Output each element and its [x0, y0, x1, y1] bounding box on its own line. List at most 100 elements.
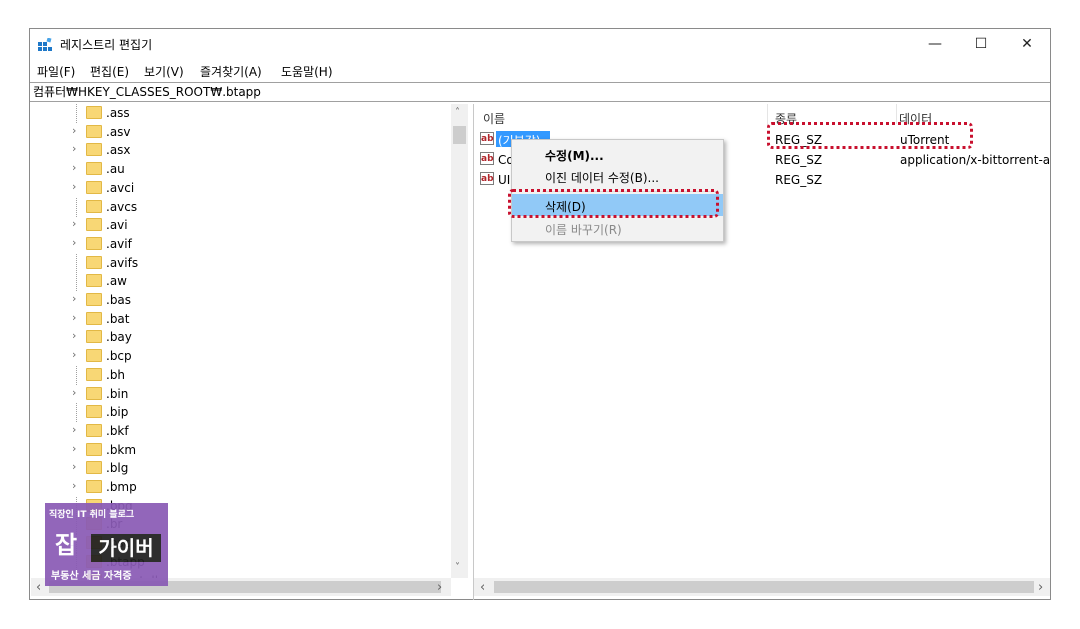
address-bar[interactable]: 컴퓨터₩HKEY_CLASSES_ROOT₩.btapp: [30, 82, 1050, 102]
tree-item-label: .bmp: [106, 480, 137, 494]
watermark-logo: 직장인 IT 취미 블로그 잡 가이버 부동산 세금 자격증: [45, 503, 168, 586]
folder-icon: [86, 386, 102, 400]
column-divider[interactable]: [896, 104, 897, 124]
scroll-right-icon[interactable]: ›: [437, 580, 442, 595]
tree-item[interactable]: › .asv: [31, 123, 451, 142]
tree-item-label: .bkf: [106, 423, 129, 438]
tree-item[interactable]: .avifs: [31, 253, 451, 273]
column-header-name[interactable]: 이름: [483, 110, 505, 127]
tree-item[interactable]: .aw: [31, 272, 451, 292]
string-value-icon: ab: [480, 132, 494, 145]
tree-item[interactable]: .bip: [31, 403, 451, 423]
tree-item[interactable]: › .bcp: [31, 347, 451, 366]
tree-item[interactable]: › .asx: [31, 141, 451, 160]
expand-chevron-icon[interactable]: ›: [72, 236, 76, 249]
scroll-left-icon[interactable]: ‹: [480, 580, 485, 595]
minimize-button[interactable]: —: [912, 29, 958, 59]
folder-icon: [86, 293, 102, 306]
menu-view[interactable]: 보기(V): [144, 63, 184, 80]
tree-item[interactable]: › .avci: [31, 179, 451, 198]
menu-help[interactable]: 도움말(H): [281, 63, 333, 80]
folder-icon: [86, 461, 102, 475]
tree-item[interactable]: .avcs: [31, 197, 451, 217]
column-divider[interactable]: [767, 104, 768, 124]
tree-item[interactable]: › .bay: [31, 328, 451, 347]
tree-item-label: .bip: [106, 405, 129, 420]
tree-item[interactable]: › .avi: [31, 216, 451, 235]
registry-app-icon: [38, 38, 52, 51]
list-horizontal-scrollbar[interactable]: ‹ ›: [474, 578, 1050, 596]
tree-item-label: .bcp: [106, 349, 132, 364]
menu-edit[interactable]: 편집(E): [90, 63, 129, 80]
tree-item[interactable]: › .blg: [31, 459, 451, 478]
value-data: application/x-bittorrent-ap: [900, 153, 1050, 167]
value-type: REG_SZ: [775, 173, 823, 187]
tree-item[interactable]: › .avif: [31, 235, 451, 254]
menu-bar: 파일(F) 편집(E) 보기(V) 즐겨찾기(A) 도움말(H): [30, 59, 1050, 81]
expand-chevron-icon[interactable]: ›: [72, 292, 76, 305]
tree-item-label: .asx: [106, 143, 131, 158]
menu-file[interactable]: 파일(F): [37, 63, 75, 80]
tree-scroll-thumb[interactable]: [453, 126, 466, 144]
annotation-highlight-row: [767, 122, 973, 149]
expand-chevron-icon[interactable]: ›: [72, 479, 76, 492]
folder-icon: [86, 106, 102, 119]
tree-item-label: .avifs: [106, 255, 139, 270]
watermark-main-char: 잡: [55, 531, 78, 559]
expand-chevron-icon[interactable]: ›: [72, 460, 76, 473]
context-item-modify[interactable]: 수정(M)...: [512, 143, 723, 165]
window-title: 레지스트리 편집기: [60, 38, 153, 52]
scroll-left-icon[interactable]: ‹: [36, 580, 41, 595]
expand-chevron-icon[interactable]: ›: [72, 217, 76, 230]
folder-icon: [86, 405, 102, 419]
maximize-button[interactable]: ☐: [958, 29, 1004, 59]
tree-item[interactable]: .bh: [31, 365, 451, 385]
expand-chevron-icon[interactable]: ›: [72, 124, 76, 137]
context-item-rename[interactable]: 이름 바꾸기(R): [512, 217, 723, 239]
tree-vertical-scrollbar[interactable]: ˄ ˅: [451, 104, 468, 578]
tree-connector-line: [76, 253, 77, 273]
scroll-up-icon[interactable]: ˄: [455, 107, 460, 118]
tree-item-label: .asv: [106, 124, 131, 139]
scroll-right-icon[interactable]: ›: [1038, 580, 1043, 595]
folder-icon: [86, 236, 102, 250]
close-button[interactable]: ✕: [1004, 29, 1050, 59]
folder-icon: [86, 349, 102, 363]
tree-connector-line: [76, 272, 77, 292]
folder-icon: [86, 218, 102, 232]
expand-chevron-icon[interactable]: ›: [72, 311, 76, 324]
expand-chevron-icon[interactable]: ›: [72, 161, 76, 174]
watermark-top-text: 직장인 IT 취미 블로그: [49, 510, 135, 520]
tree-item[interactable]: › .au: [31, 160, 451, 179]
tree-item-label: .bas: [106, 293, 132, 307]
folder-icon: [86, 180, 102, 194]
expand-chevron-icon[interactable]: ›: [72, 329, 76, 342]
folder-icon: [86, 480, 102, 493]
value-name: UI: [498, 173, 511, 187]
tree-item[interactable]: .ass: [31, 104, 451, 123]
tree-item-label: .bay: [106, 330, 132, 345]
tree-item-label: .avci: [106, 180, 135, 195]
tree-item[interactable]: › .bmp: [31, 478, 451, 497]
expand-chevron-icon[interactable]: ›: [72, 348, 76, 361]
tree-item-label: .au: [106, 162, 125, 177]
title-bar[interactable]: 레지스트리 편집기 — ☐ ✕: [30, 29, 1050, 59]
tree-item[interactable]: › .bkm: [31, 441, 451, 460]
expand-chevron-icon[interactable]: ›: [72, 386, 76, 399]
expand-chevron-icon[interactable]: ›: [72, 423, 76, 436]
tree-item[interactable]: › .bin: [31, 385, 451, 404]
folder-icon: [86, 442, 102, 456]
expand-chevron-icon[interactable]: ›: [72, 442, 76, 455]
context-item-modify-binary[interactable]: 이진 데이터 수정(B)...: [512, 165, 723, 187]
tree-item-label: .aw: [106, 274, 127, 289]
tree-item[interactable]: › .bkf: [31, 422, 451, 441]
expand-chevron-icon[interactable]: ›: [72, 180, 76, 193]
tree-item[interactable]: › .bas: [31, 291, 451, 310]
menu-favorites[interactable]: 즐겨찾기(A): [200, 63, 262, 80]
scroll-down-icon[interactable]: ˅: [455, 562, 460, 573]
value-type: REG_SZ: [775, 153, 823, 167]
list-hscroll-thumb[interactable]: [494, 581, 1034, 593]
tree-item[interactable]: › .bat: [31, 310, 451, 329]
tree-item-label: .avi: [106, 218, 128, 233]
expand-chevron-icon[interactable]: ›: [72, 142, 76, 155]
